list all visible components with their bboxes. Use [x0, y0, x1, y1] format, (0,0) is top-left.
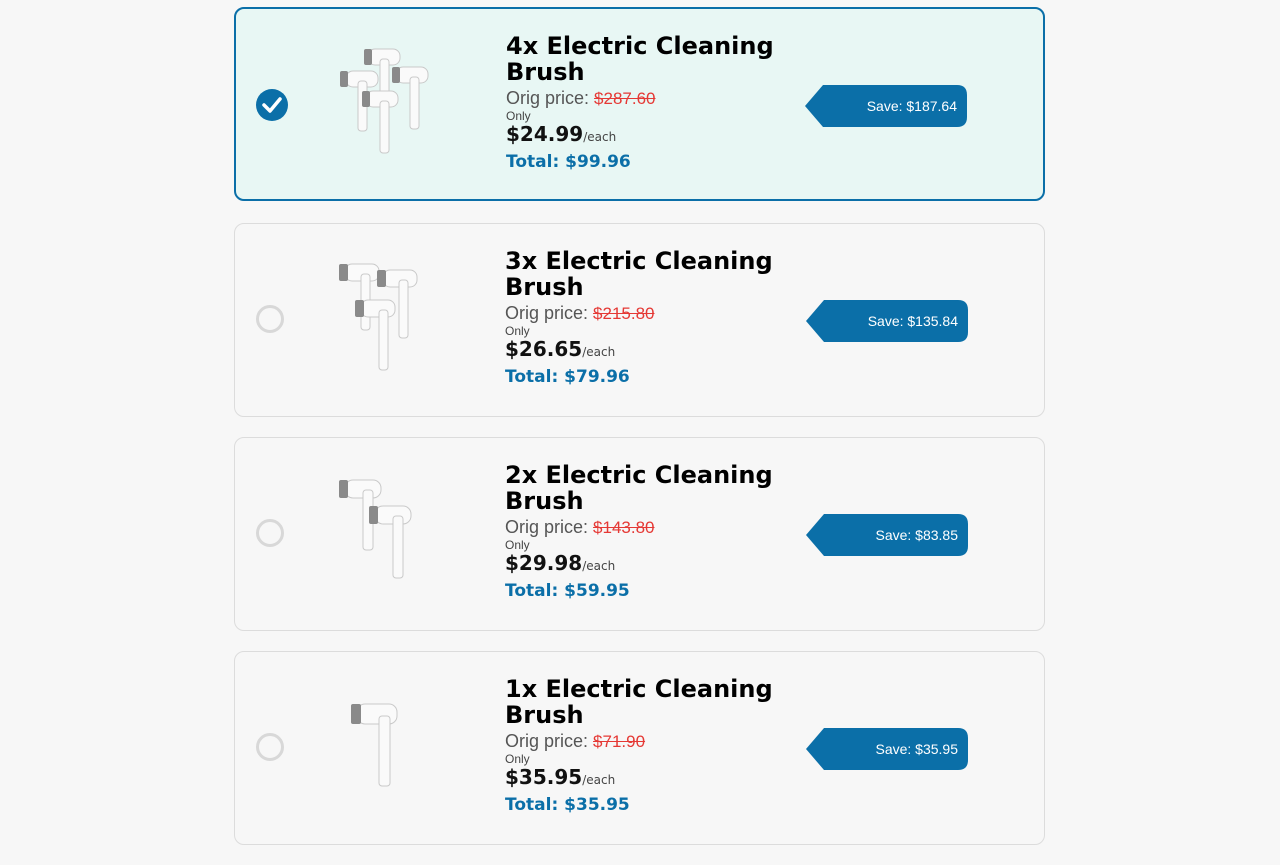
bundle-option-1x[interactable]: 1x Electric Cleaning Brush Orig price: $… [234, 651, 1045, 845]
save-amount: Save: $135.84 [867, 313, 958, 329]
bundle-option-2x[interactable]: 2x Electric Cleaning Brush Orig price: $… [234, 437, 1045, 631]
bundle-info: 4x Electric Cleaning Brush Orig price: $… [506, 33, 806, 172]
each-label: /each [582, 345, 616, 359]
each-label: /each [582, 773, 616, 787]
unit-price-line: $26.65/each [505, 337, 805, 364]
bundle-options-list: 4x Electric Cleaning Brush Orig price: $… [234, 7, 1045, 865]
save-badge: Save: $187.64 [805, 85, 967, 127]
radio-unselected[interactable] [256, 305, 284, 333]
unit-price: $29.98 [505, 551, 583, 575]
save-amount: Save: $187.64 [866, 98, 957, 114]
radio-unselected[interactable] [256, 733, 284, 761]
electric-brush-4-pack-icon [340, 48, 429, 154]
unit-price-line: $29.98/each [505, 551, 805, 578]
bundle-info: 3x Electric Cleaning Brush Orig price: $… [505, 248, 805, 387]
orig-price-line: Orig price: $71.90 [505, 730, 805, 753]
orig-price-line: Orig price: $215.80 [505, 302, 805, 325]
bundle-info: 2x Electric Cleaning Brush Orig price: $… [505, 462, 805, 601]
checkmark-icon [262, 97, 282, 113]
orig-price-value: $71.90 [593, 732, 646, 751]
save-amount: Save: $35.95 [875, 741, 958, 757]
orig-price-label: Orig price: [505, 517, 589, 537]
total-price: Total: $99.96 [506, 152, 631, 172]
electric-brush-2-pack-icon [339, 479, 412, 579]
radio-unselected[interactable] [256, 519, 284, 547]
orig-price-label: Orig price: [505, 731, 589, 751]
orig-price-value: $287.60 [594, 89, 656, 108]
electric-brush-3-pack-icon [339, 263, 418, 371]
unit-price: $35.95 [505, 765, 583, 789]
total-price: Total: $35.95 [505, 795, 630, 815]
radio-selected[interactable] [256, 89, 288, 121]
only-label: Only [505, 324, 530, 338]
bundle-title: 2x Electric Cleaning Brush [505, 461, 773, 515]
orig-price-line: Orig price: $143.80 [505, 516, 805, 539]
only-label: Only [505, 752, 530, 766]
unit-price: $24.99 [506, 122, 584, 146]
each-label: /each [583, 130, 617, 144]
orig-price-label: Orig price: [506, 88, 590, 108]
each-label: /each [582, 559, 616, 573]
orig-price-line: Orig price: $287.60 [506, 87, 806, 110]
unit-price-line: $24.99/each [506, 122, 806, 149]
only-label: Only [506, 109, 531, 123]
total-price: Total: $59.95 [505, 581, 630, 601]
bundle-title: 4x Electric Cleaning Brush [506, 32, 774, 86]
save-badge: Save: $83.85 [806, 514, 968, 556]
only-label: Only [505, 538, 530, 552]
orig-price-value: $215.80 [593, 304, 655, 323]
bundle-info: 1x Electric Cleaning Brush Orig price: $… [505, 676, 805, 815]
orig-price-label: Orig price: [505, 303, 589, 323]
bundle-title: 3x Electric Cleaning Brush [505, 247, 773, 301]
orig-price-value: $143.80 [593, 518, 655, 537]
save-badge: Save: $135.84 [806, 300, 968, 342]
unit-price: $26.65 [505, 337, 583, 361]
save-badge: Save: $35.95 [806, 728, 968, 770]
bundle-option-3x[interactable]: 3x Electric Cleaning Brush Orig price: $… [234, 223, 1045, 417]
electric-brush-1-pack-icon [351, 703, 398, 787]
bundle-option-4x[interactable]: 4x Electric Cleaning Brush Orig price: $… [234, 7, 1045, 201]
save-amount: Save: $83.85 [875, 527, 958, 543]
unit-price-line: $35.95/each [505, 765, 805, 792]
total-price: Total: $79.96 [505, 367, 630, 387]
bundle-title: 1x Electric Cleaning Brush [505, 675, 773, 729]
